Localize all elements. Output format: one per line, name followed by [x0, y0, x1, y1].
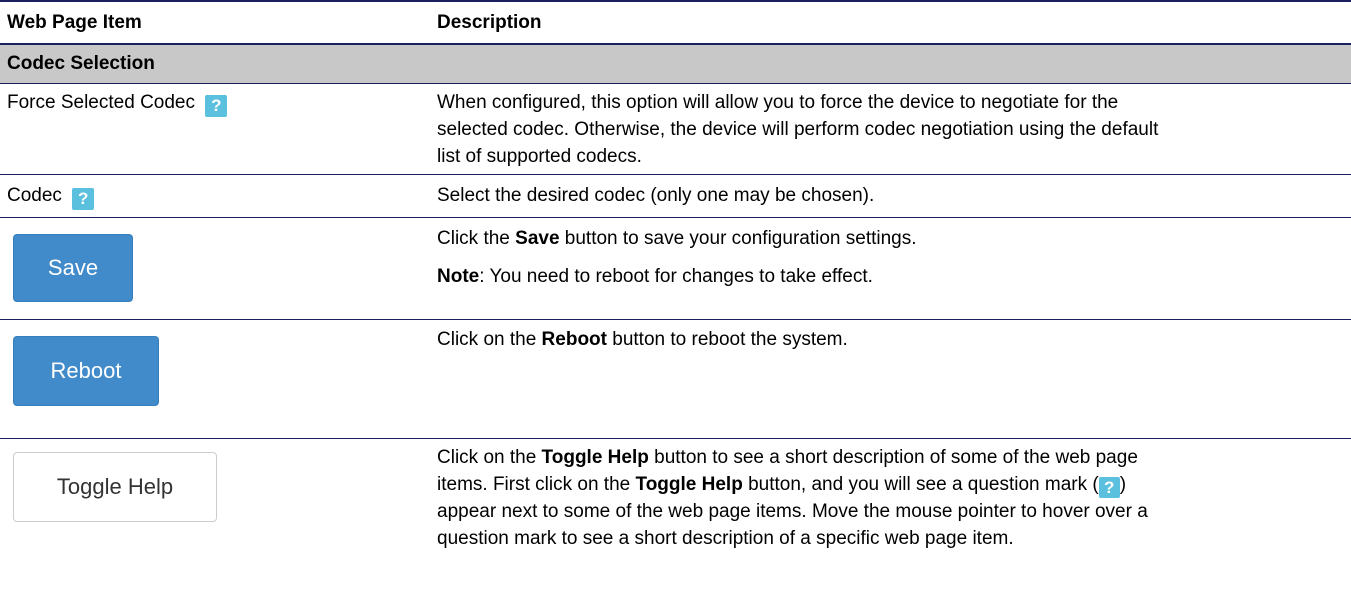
- item-cell: Codec ?: [0, 182, 430, 217]
- header-col-item: Web Page Item: [0, 12, 430, 34]
- save-desc: Click the Save button to save your confi…: [437, 225, 1341, 252]
- reboot-desc-bold: Reboot: [541, 329, 607, 350]
- header-description: Description: [437, 11, 542, 33]
- description-cell: Click on the Toggle Help button to see a…: [430, 444, 1351, 564]
- force-desc-line-2: selected codec. Otherwise, the device wi…: [437, 119, 1159, 140]
- save-desc-post: button to save your configuration settin…: [559, 228, 917, 249]
- save-button[interactable]: Save: [13, 234, 133, 302]
- table-row-save: Save Click the Save button to save your …: [0, 218, 1351, 320]
- toggle-l2-end: ): [1119, 474, 1127, 495]
- description-cell: Click the Save button to save your confi…: [430, 225, 1351, 319]
- section-row-codec-selection: Codec Selection: [0, 45, 1351, 84]
- reboot-desc-post: button to reboot the system.: [606, 329, 848, 350]
- item-cell: Toggle Help: [0, 444, 430, 564]
- section-title: Codec Selection: [7, 53, 155, 74]
- codec-label: Codec: [7, 185, 62, 206]
- save-note-bold: Note: [437, 266, 480, 287]
- toggle-l1-pre: Click on the: [437, 447, 542, 468]
- item-cell: Force Selected Codec ?: [0, 89, 430, 174]
- toggle-l2-pre: items. First click on the: [437, 474, 636, 495]
- table-row-toggle-help: Toggle Help Click on the Toggle Help but…: [0, 439, 1351, 564]
- item-cell: Reboot: [0, 326, 430, 438]
- header-col-desc: Description: [430, 12, 1351, 34]
- codec-desc: Select the desired codec (only one may b…: [437, 185, 875, 206]
- force-desc-line-3: list of supported codecs.: [437, 146, 642, 167]
- reboot-button[interactable]: Reboot: [13, 336, 159, 406]
- table-row-force-selected-codec: Force Selected Codec ? When configured, …: [0, 84, 1351, 175]
- toggle-help-button[interactable]: Toggle Help: [13, 452, 217, 522]
- reboot-desc-pre: Click on the: [437, 329, 542, 350]
- save-note-text: : You need to reboot for changes to take…: [479, 266, 873, 287]
- toggle-desc-line-3: appear next to some of the web page item…: [437, 501, 1148, 522]
- header-web-page-item: Web Page Item: [7, 11, 142, 33]
- reboot-desc: Click on the Reboot button to reboot the…: [437, 326, 1341, 353]
- save-desc-pre: Click the: [437, 228, 516, 249]
- toggle-l1-post: button to see a short description of som…: [648, 447, 1138, 468]
- description-cell: Select the desired codec (only one may b…: [430, 182, 1351, 217]
- help-question-icon[interactable]: ?: [205, 95, 228, 117]
- item-cell: Save: [0, 225, 430, 319]
- web-page-items-table: Web Page Item Description Codec Selectio…: [0, 0, 1351, 564]
- help-question-icon[interactable]: ?: [72, 188, 95, 210]
- description-cell: When configured, this option will allow …: [430, 89, 1351, 174]
- toggle-desc-line-4: question mark to see a short description…: [437, 528, 1014, 549]
- table-row-codec: Codec ? Select the desired codec (only o…: [0, 175, 1351, 218]
- toggle-l1-bold: Toggle Help: [541, 447, 649, 468]
- save-desc-bold: Save: [515, 228, 560, 249]
- toggle-desc-line-1: Click on the Toggle Help button to see a…: [437, 444, 1341, 471]
- table-row-reboot: Reboot Click on the Reboot button to reb…: [0, 320, 1351, 439]
- force-selected-codec-label: Force Selected Codec: [7, 92, 195, 113]
- table-header-row: Web Page Item Description: [0, 0, 1351, 45]
- save-note: Note: You need to reboot for changes to …: [437, 263, 1341, 290]
- toggle-l2-post: button, and you will see a question mark…: [742, 474, 1099, 495]
- description-cell: Click on the Reboot button to reboot the…: [430, 326, 1351, 438]
- toggle-desc-line-2: items. First click on the Toggle Help bu…: [437, 471, 1341, 498]
- force-desc-line-1: When configured, this option will allow …: [437, 92, 1119, 113]
- toggle-l2-bold: Toggle Help: [635, 474, 743, 495]
- help-question-icon: ?: [1098, 477, 1120, 498]
